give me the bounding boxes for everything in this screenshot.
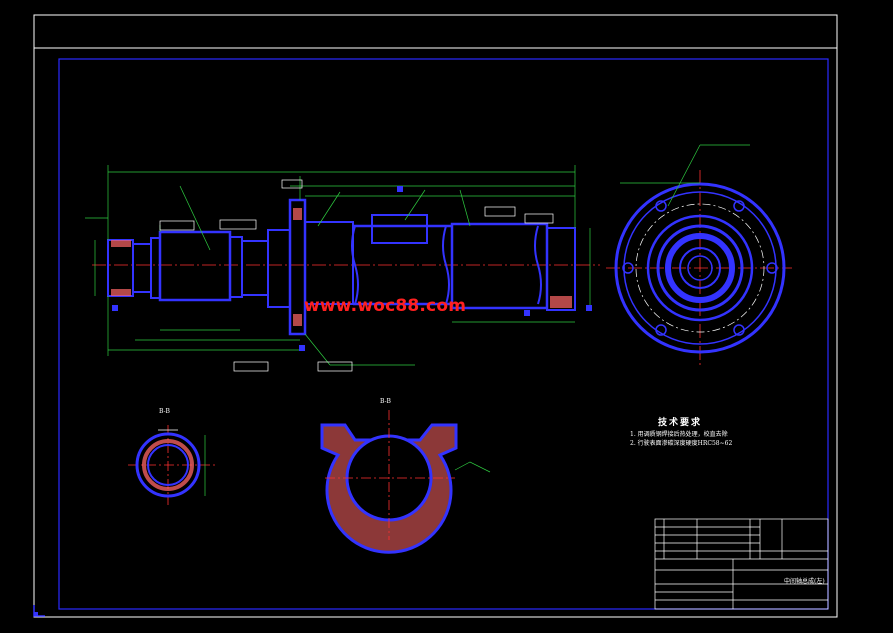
- shaft-step-2: [150, 237, 161, 299]
- shaft-step-3: [229, 236, 243, 298]
- shaft-hub: [304, 221, 354, 305]
- title-block: [654, 518, 829, 610]
- engineering-drawing: [33, 14, 838, 618]
- end-view: [606, 144, 792, 368]
- title-block-drawing-name: 中间轴总成(左): [784, 578, 825, 585]
- ucs-icon: [33, 605, 45, 617]
- flange-hatch-top: [293, 208, 302, 220]
- right-end-hatch: [550, 296, 572, 308]
- section-fork: [320, 410, 491, 554]
- shaft-step-1: [132, 243, 152, 293]
- keyway-slot: [371, 214, 428, 244]
- cad-viewport[interactable]: www.woc88.com 技术要求 1. 用调质钢焊接后热处理，校直去除 2.…: [0, 0, 893, 633]
- watermark: www.woc88.com: [304, 296, 467, 316]
- technical-requirements-title: 技术要求: [658, 418, 703, 428]
- shaft-left-end: [107, 239, 134, 297]
- drawing-frame: [58, 58, 829, 610]
- bearing-journal: [158, 230, 232, 302]
- left-end-hatch-top: [111, 240, 131, 247]
- section-label-small: B-B: [159, 408, 170, 415]
- flange-hatch-bottom: [293, 314, 302, 326]
- flange: [288, 198, 307, 336]
- left-end-hatch-bottom: [111, 289, 131, 296]
- shaft-right-section: [450, 222, 549, 310]
- shaft-step-4: [241, 240, 269, 296]
- shaft-collar: [267, 229, 291, 308]
- leader-lines: [179, 185, 471, 366]
- technical-requirement-1: 1. 用调质钢焊接后热处理，校直去除: [630, 431, 728, 438]
- section-small-circle: [128, 425, 216, 505]
- section-label-fork: B-B: [380, 398, 391, 405]
- technical-requirement-2: 2. 行驶表面渗碳深度硬度HRC58~62: [630, 440, 733, 447]
